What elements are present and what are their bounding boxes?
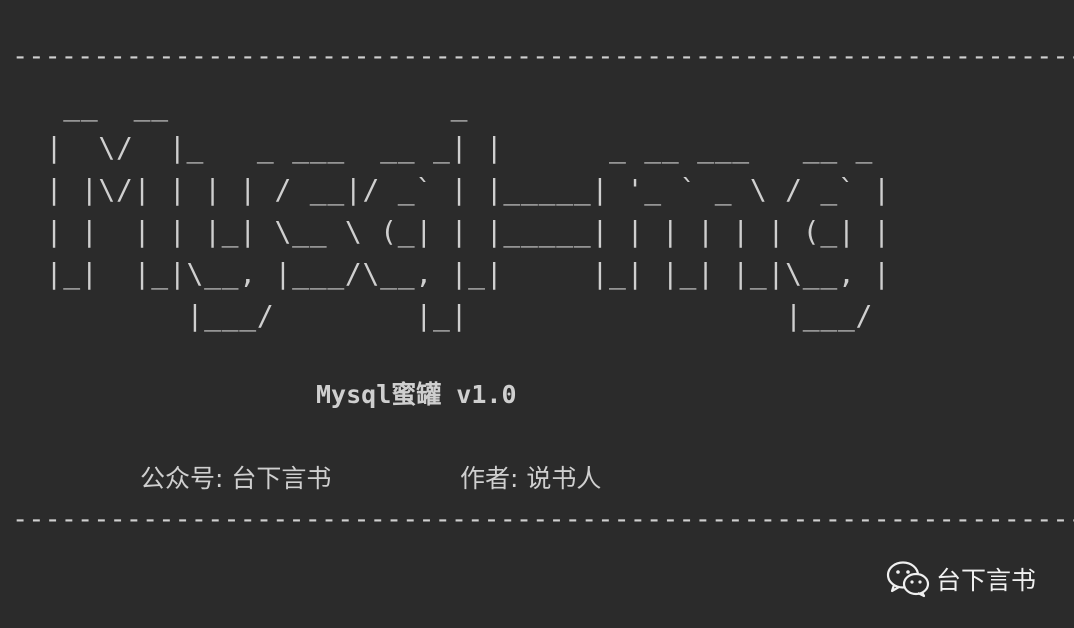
watermark-label: 台下言书	[936, 566, 1037, 595]
official-account-credit: 公众号: 台下言书	[140, 464, 332, 493]
top-divider: ----------------------------------------…	[12, 42, 1074, 72]
app-title: Mysql蜜罐 v1.0	[316, 380, 517, 409]
wechat-icon	[886, 560, 930, 598]
wechat-watermark: 台下言书	[886, 560, 1036, 598]
terminal-window: ----------------------------------------…	[0, 0, 1074, 628]
ascii-art-banner: __ __ _ | \/ |_ _ ___ __ _| | _ __ ___ _…	[45, 89, 891, 332]
bottom-divider: ----------------------------------------…	[12, 505, 1074, 535]
author-credit: 作者: 说书人	[460, 464, 602, 493]
